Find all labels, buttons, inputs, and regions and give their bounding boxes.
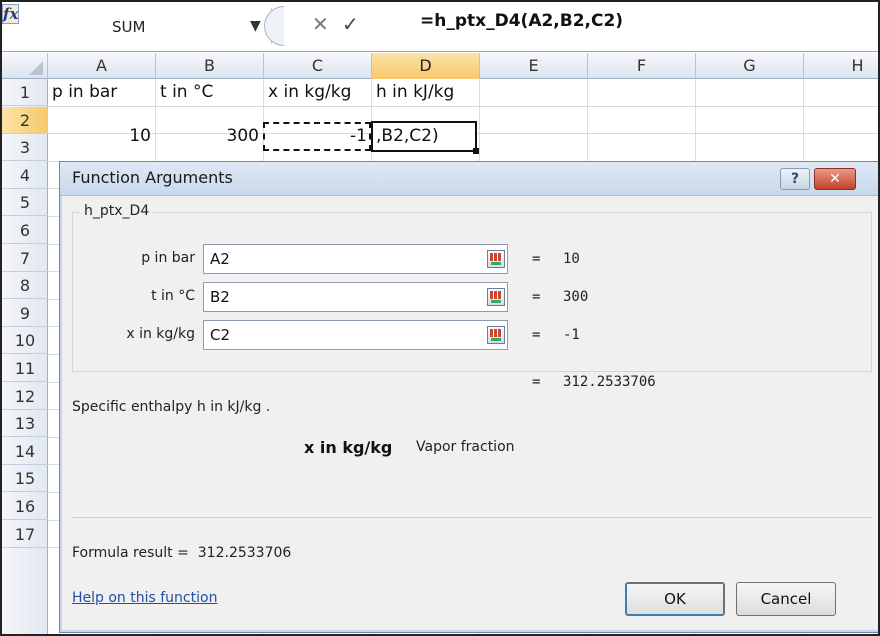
arg-input-p[interactable] xyxy=(203,244,508,274)
function-arguments-dialog: Function Arguments ? ✕ h_ptx_D4 p in bar… xyxy=(59,161,878,633)
arg-equals: = xyxy=(532,251,541,267)
ok-button[interactable]: OK xyxy=(625,582,725,616)
collapse-dialog-icon[interactable] xyxy=(487,326,505,344)
column-header-f[interactable]: F xyxy=(588,53,696,79)
row-header-9[interactable]: 9 xyxy=(2,300,48,327)
arg-input-x[interactable] xyxy=(203,320,508,350)
column-header-h[interactable]: H xyxy=(804,53,878,79)
formula-bar: SUM ▼ ✕ ✓ fx =h_ptx_D4(A2,B2,C2) xyxy=(2,2,878,52)
grid-line xyxy=(48,106,878,107)
row-header-2[interactable]: 2 xyxy=(2,107,48,134)
cell-d2-edit[interactable]: ,B2,C2) xyxy=(372,123,479,150)
dialog-title: Function Arguments xyxy=(72,168,233,187)
row-header-8[interactable]: 8 xyxy=(2,272,48,299)
select-all-icon xyxy=(29,61,43,75)
result-equals: = xyxy=(532,374,541,390)
column-header-b[interactable]: B xyxy=(156,53,264,79)
help-link[interactable]: Help on this function xyxy=(72,590,217,606)
enter-formula-icon[interactable]: ✓ xyxy=(342,12,359,36)
arg-equals: = xyxy=(532,289,541,305)
row-header-1[interactable]: 1 xyxy=(2,79,48,106)
row-header-3[interactable]: 3 xyxy=(2,134,48,161)
arg-value-x: -1 xyxy=(563,327,580,343)
arg-equals: = xyxy=(532,327,541,343)
cell-b1[interactable]: t in °C xyxy=(156,79,263,106)
column-header-c[interactable]: C xyxy=(264,53,372,79)
excel-window: SUM ▼ ✕ ✓ fx =h_ptx_D4(A2,B2,C2) ABCDEFG… xyxy=(0,0,880,636)
arg-value-p: 10 xyxy=(563,251,580,267)
row-header-14[interactable]: 14 xyxy=(2,438,48,465)
column-header-g[interactable]: G xyxy=(696,53,804,79)
arg-label-x: x in kg/kg xyxy=(126,326,195,342)
row-header-5[interactable]: 5 xyxy=(2,189,48,216)
formula-input[interactable]: =h_ptx_D4(A2,B2,C2) xyxy=(420,11,623,31)
cancel-button[interactable]: Cancel xyxy=(736,582,836,616)
column-header-d[interactable]: D xyxy=(372,53,480,79)
arg-input-t[interactable] xyxy=(203,282,508,312)
column-header-e[interactable]: E xyxy=(480,53,588,79)
row-headers: 1 2 3 4 5 6 7 8 9 10 11 12 13 14 15 16 17 xyxy=(2,79,48,634)
name-box[interactable]: SUM ▼ xyxy=(42,8,272,44)
column-header-a[interactable]: A xyxy=(48,53,156,79)
row-header-11[interactable]: 11 xyxy=(2,355,48,382)
cell-b2[interactable]: 300 xyxy=(156,123,263,150)
row-header-13[interactable]: 13 xyxy=(2,410,48,437)
row-header-6[interactable]: 6 xyxy=(2,217,48,244)
row-header-7[interactable]: 7 xyxy=(2,245,48,272)
help-button[interactable]: ? xyxy=(780,168,810,190)
dialog-title-bar[interactable]: Function Arguments ? ✕ xyxy=(60,162,878,196)
close-button[interactable]: ✕ xyxy=(814,168,856,190)
formula-result: Formula result = 312.2533706 xyxy=(72,545,291,561)
argument-description-text: Vapor fraction xyxy=(416,439,515,455)
formula-result-label: Formula result = xyxy=(72,545,189,561)
name-box-value: SUM xyxy=(112,18,146,36)
cell-a1[interactable]: p in bar xyxy=(48,79,155,106)
row-header-4[interactable]: 4 xyxy=(2,162,48,189)
row-header-15[interactable]: 15 xyxy=(2,465,48,492)
cancel-formula-icon[interactable]: ✕ xyxy=(312,12,329,36)
formula-result-value: 312.2533706 xyxy=(197,545,292,561)
column-headers: ABCDEFGH xyxy=(2,53,878,79)
cell-a2[interactable]: 10 xyxy=(48,123,155,150)
divider xyxy=(72,517,872,518)
row-header-16[interactable]: 16 xyxy=(2,493,48,520)
arg-value-t: 300 xyxy=(563,289,589,305)
row-header-10[interactable]: 10 xyxy=(2,327,48,354)
chevron-down-icon[interactable]: ▼ xyxy=(250,18,261,34)
cell-d1[interactable]: h in kJ/kg xyxy=(372,79,479,106)
argument-description-name: x in kg/kg xyxy=(304,438,393,457)
cell-c1[interactable]: x in kg/kg xyxy=(264,79,371,106)
select-all-button[interactable] xyxy=(2,53,48,79)
function-name-label: h_ptx_D4 xyxy=(80,203,154,219)
collapse-dialog-icon[interactable] xyxy=(487,288,505,306)
arg-label-t: t in °C xyxy=(151,288,195,304)
function-result-value: 312.2533706 xyxy=(563,374,656,390)
cell-c2[interactable]: -1 xyxy=(264,123,371,150)
row-header-12[interactable]: 12 xyxy=(2,383,48,410)
function-description: Specific enthalpy h in kJ/kg . xyxy=(72,399,271,415)
insert-function-icon[interactable]: fx xyxy=(2,4,20,24)
arg-label-p: p in bar xyxy=(141,250,195,266)
collapse-dialog-icon[interactable] xyxy=(487,250,505,268)
row-header-17[interactable]: 17 xyxy=(2,521,48,548)
